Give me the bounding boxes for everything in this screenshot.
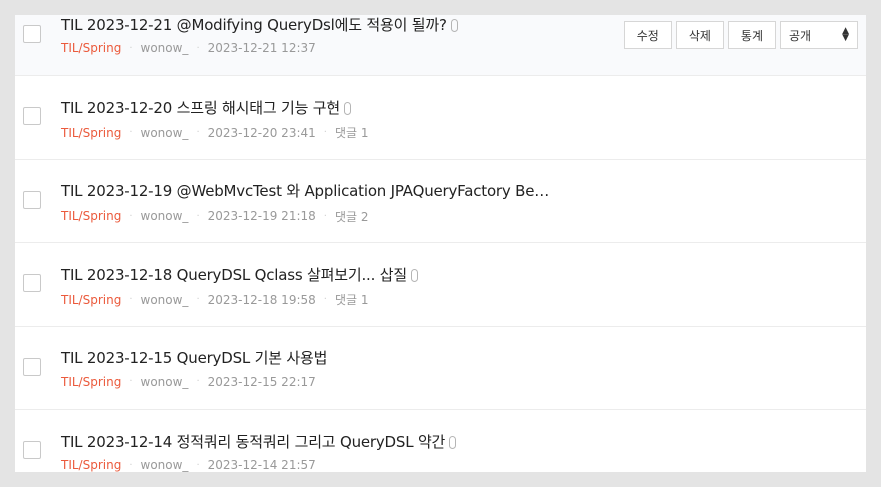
attachment-icon	[450, 18, 458, 32]
meta-separator: ·	[129, 42, 133, 54]
meta-separator: ·	[129, 376, 133, 387]
meta-separator: ·	[196, 210, 200, 222]
post-datetime: 2023-12-18 19:58	[207, 292, 316, 307]
post-category[interactable]: TIL/Spring	[61, 41, 121, 55]
meta-separator: ·	[323, 210, 327, 222]
post-checkbox[interactable]	[23, 25, 41, 43]
select-arrows-icon: ▲ ▼	[842, 26, 849, 43]
post-checkbox[interactable]	[23, 357, 41, 376]
post-category[interactable]: TIL/Spring	[61, 126, 121, 140]
post-checkbox[interactable]	[23, 441, 41, 459]
attachment-icon	[410, 268, 418, 282]
meta-separator: ·	[196, 127, 200, 138]
post-category[interactable]: TIL/Spring	[61, 458, 121, 472]
post-actions: 수정 삭제 통계 공개 ▲ ▼	[623, 21, 858, 49]
post-comments[interactable]: 댓글 1	[335, 291, 369, 308]
post-title[interactable]: TIL 2023-12-21 @Modifying QueryDsl에도 적용이…	[61, 15, 447, 35]
meta-separator: ·	[196, 376, 200, 387]
post-row[interactable]: TIL 2023-12-14 정적쿼리 동적쿼리 그리고 QueryDSL 약간…	[15, 410, 866, 472]
post-author: wonow_	[140, 125, 189, 140]
post-checkbox[interactable]	[23, 274, 41, 292]
attachment-icon	[343, 101, 351, 115]
post-title[interactable]: TIL 2023-12-18 QueryDSL Qclass 살펴보기... 삽…	[61, 264, 407, 285]
post-author: wonow_	[140, 458, 189, 472]
meta-separator: ·	[129, 210, 133, 222]
post-title[interactable]: TIL 2023-12-15 QueryDSL 기본 사용법	[61, 347, 327, 368]
post-comments[interactable]: 댓글 1	[335, 124, 369, 141]
meta-separator: ·	[196, 459, 200, 471]
meta-separator: ·	[196, 42, 200, 54]
stats-button[interactable]: 통계	[727, 21, 776, 49]
attachment-icon	[449, 435, 457, 449]
post-datetime: 2023-12-14 21:57	[207, 458, 316, 472]
post-datetime: 2023-12-19 21:18	[207, 209, 316, 223]
post-checkbox[interactable]	[23, 107, 41, 125]
post-datetime: 2023-12-21 12:37	[207, 41, 316, 55]
post-title[interactable]: TIL 2023-12-20 스프링 해시태그 기능 구현	[61, 97, 340, 118]
post-datetime: 2023-12-15 22:17	[207, 374, 316, 389]
post-title[interactable]: TIL 2023-12-19 @WebMvcTest 와 Application…	[61, 180, 549, 201]
post-category[interactable]: TIL/Spring	[61, 293, 121, 307]
post-row[interactable]: TIL 2023-12-18 QueryDSL Qclass 살펴보기... 삽…	[15, 243, 866, 327]
post-row[interactable]: TIL 2023-12-20 스프링 해시태그 기능 구현 TIL/Spring…	[15, 76, 866, 160]
meta-separator: ·	[196, 294, 200, 305]
post-category[interactable]: TIL/Spring	[61, 375, 121, 389]
post-comments[interactable]: 댓글 2	[335, 208, 369, 225]
post-row[interactable]: TIL 2023-12-21 @Modifying QueryDsl에도 적용이…	[15, 15, 866, 76]
post-title[interactable]: TIL 2023-12-14 정적쿼리 동적쿼리 그리고 QueryDSL 약간	[61, 431, 445, 452]
post-list: TIL 2023-12-21 @Modifying QueryDsl에도 적용이…	[15, 15, 866, 472]
meta-separator: ·	[129, 459, 133, 471]
post-category[interactable]: TIL/Spring	[61, 209, 121, 223]
meta-separator: ·	[323, 127, 327, 138]
post-datetime: 2023-12-20 23:41	[207, 125, 316, 140]
post-author: wonow_	[140, 374, 189, 389]
post-row[interactable]: TIL 2023-12-19 @WebMvcTest 와 Application…	[15, 160, 866, 243]
post-author: wonow_	[140, 292, 189, 307]
meta-separator: ·	[129, 127, 133, 138]
meta-separator: ·	[129, 294, 133, 305]
post-author: wonow_	[140, 209, 189, 223]
delete-button[interactable]: 삭제	[675, 21, 724, 49]
post-row[interactable]: TIL 2023-12-15 QueryDSL 기본 사용법 TIL/Sprin…	[15, 327, 866, 410]
post-checkbox[interactable]	[23, 190, 41, 209]
edit-button[interactable]: 수정	[623, 21, 672, 49]
meta-separator: ·	[323, 294, 327, 305]
post-author: wonow_	[140, 41, 189, 55]
visibility-select[interactable]: 공개 ▲ ▼	[780, 21, 858, 49]
visibility-value: 공개	[789, 28, 812, 43]
